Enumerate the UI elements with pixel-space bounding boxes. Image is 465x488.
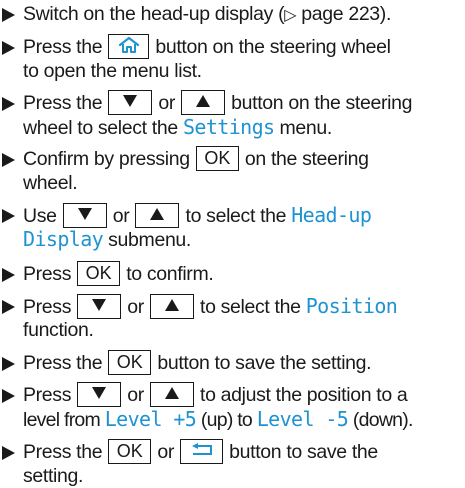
bullet-arrow-icon	[2, 268, 15, 282]
step-6-line-1: Press OK to confirm.	[23, 260, 214, 286]
menu-name: Head-up	[291, 203, 372, 227]
down-key-icon	[108, 89, 153, 115]
step-5-line-2: Display submenu.	[23, 228, 191, 252]
up-key-icon	[135, 202, 180, 228]
step-text: to adjust the position to a	[194, 384, 408, 406]
step-5-line-1: Use or to select the Head-up	[23, 202, 372, 228]
down-key-icon	[77, 381, 122, 407]
step-text: button to save the setting.	[152, 352, 372, 374]
step-9-line-1: Press or to adjust the position to a	[23, 381, 408, 407]
step-8-line-1: Press the OK button to save the setting.	[23, 349, 372, 375]
up-triangle-icon	[164, 299, 179, 312]
up-triangle-icon	[196, 95, 211, 108]
step-text: to open the menu list.	[23, 60, 202, 82]
ok-key: OK	[108, 438, 152, 464]
step-text: wheel to select the	[23, 117, 183, 139]
step-text: Switch on the head-up display (	[23, 3, 285, 25]
menu-name: Position	[305, 294, 398, 318]
bullet-arrow-icon	[2, 153, 15, 167]
down-key-icon	[62, 202, 107, 228]
step-text: on the steering	[239, 148, 369, 170]
home-key-icon	[108, 33, 150, 59]
bullet-arrow-icon	[2, 357, 15, 371]
bullet-arrow-icon	[2, 389, 15, 403]
step-4-line-1: Confirm by pressing OK on the steering	[23, 145, 369, 171]
bullet-arrow-icon	[2, 209, 15, 223]
step-3-line-1: Press the or button on the steering	[23, 89, 413, 115]
up-key-icon	[181, 89, 226, 115]
step-10-line-2: setting.	[23, 465, 83, 488]
step-3-line-2: wheel to select the Settings menu.	[23, 116, 332, 140]
bullet-arrow-icon	[2, 446, 15, 460]
step-text: Press	[23, 384, 77, 406]
step-text: submenu.	[103, 229, 191, 251]
step-text: Use	[23, 205, 62, 227]
bullet-arrow-icon	[2, 97, 15, 111]
back-key-icon	[180, 438, 224, 464]
step-text: to confirm.	[121, 263, 214, 285]
step-text: button on the steering wheel	[150, 36, 391, 58]
level-value: Level -5	[256, 407, 349, 431]
level-value: Level +5	[104, 407, 197, 431]
menu-name: Display	[23, 227, 104, 251]
bullet-arrow-icon	[2, 8, 15, 22]
step-text: to select the	[194, 296, 306, 318]
step-7-line-2: function.	[23, 319, 94, 342]
step-text: or	[122, 296, 149, 318]
step-text: Press the	[23, 352, 108, 374]
bullet-arrow-icon	[2, 41, 15, 55]
step-text: (up) to	[196, 409, 257, 431]
step-text: Confirm by pressing	[23, 148, 195, 170]
step-1-line-1: Switch on the head-up display (▷ page 22…	[23, 3, 391, 27]
step-text: or	[122, 384, 149, 406]
down-key-icon	[77, 293, 122, 319]
menu-name: Settings	[182, 115, 275, 139]
step-text: (down).	[348, 409, 414, 431]
step-text: Press the	[23, 441, 108, 463]
step-text: or	[153, 92, 181, 114]
step-text: level from	[23, 409, 105, 431]
instruction-list: Switch on the head-up display (▷ page 22…	[0, 0, 465, 487]
step-text: Press	[23, 263, 77, 285]
step-10-line-1: Press the OK or button to save the	[23, 438, 378, 464]
step-text: menu.	[274, 117, 333, 139]
step-text: button on the steering	[226, 92, 413, 114]
up-key-icon	[149, 381, 194, 407]
ok-key: OK	[195, 145, 239, 171]
step-4-line-2: wheel.	[23, 172, 78, 195]
step-9-line-2: level from Level +5 (up) to Level -5 (do…	[23, 408, 413, 432]
down-triangle-icon	[123, 95, 138, 108]
bullet-arrow-icon	[2, 300, 15, 314]
ok-key: OK	[108, 349, 152, 375]
step-text: wheel.	[23, 172, 78, 194]
step-text: or	[152, 441, 180, 463]
step-text: to select the	[180, 205, 292, 227]
page-reference-icon: ▷	[284, 7, 297, 24]
step-text: Press	[23, 296, 77, 318]
step-text: function.	[23, 319, 94, 341]
step-text: button to save the	[224, 441, 378, 463]
down-triangle-icon	[77, 208, 92, 221]
up-triangle-icon	[164, 387, 179, 400]
ok-key: OK	[77, 260, 121, 286]
up-key-icon	[149, 293, 194, 319]
step-text: page 223).	[296, 3, 392, 25]
step-2-line-2: to open the menu list.	[23, 60, 202, 83]
down-triangle-icon	[92, 299, 107, 312]
down-triangle-icon	[92, 387, 107, 400]
step-text: Press the	[23, 92, 108, 114]
step-7-line-1: Press or to select the Position	[23, 293, 398, 319]
step-2-line-1: Press the button on the steering wheel	[23, 33, 391, 59]
step-text: Press the	[23, 36, 108, 58]
step-text: or	[107, 205, 135, 227]
up-triangle-icon	[150, 208, 165, 221]
